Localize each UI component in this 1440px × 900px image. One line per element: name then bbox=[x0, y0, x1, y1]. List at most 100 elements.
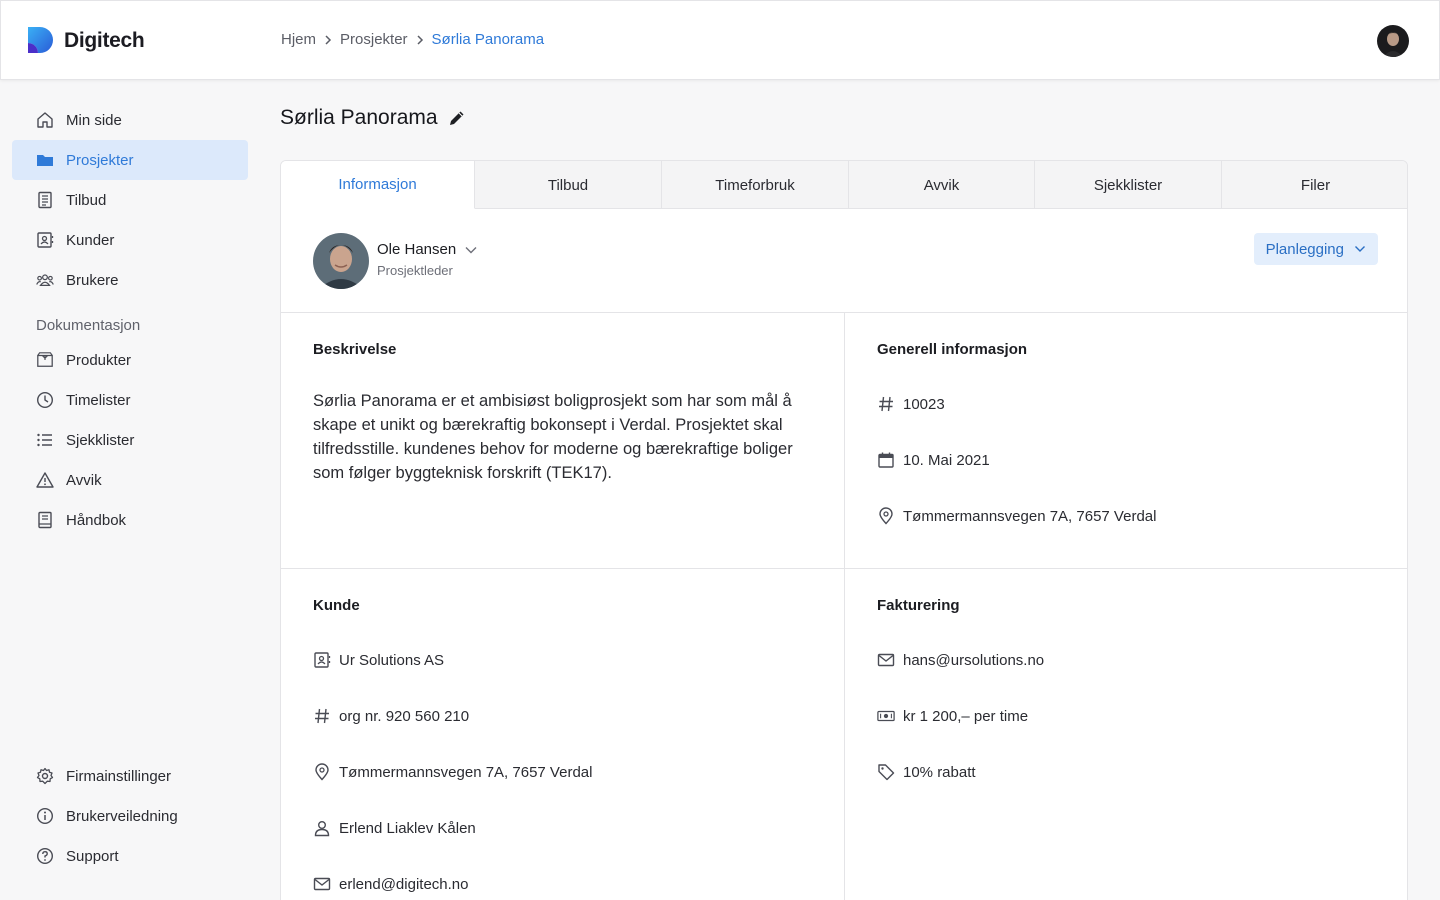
customer-email[interactable]: erlend@digitech.no bbox=[339, 876, 468, 893]
sidebar: Min side Prosjekter Tilbud Kunder Bruker… bbox=[0, 80, 260, 900]
description-title: Beskrivelse bbox=[313, 341, 397, 358]
customer-contact-row: Erlend Liaklev Kålen bbox=[313, 819, 476, 837]
project-date-row: 10. Mai 2021 bbox=[877, 451, 990, 469]
customer-name-row: Ur Solutions AS bbox=[313, 651, 444, 669]
tab-timeforbruk[interactable]: Timeforbruk bbox=[662, 161, 849, 209]
customer-title: Kunde bbox=[313, 597, 360, 614]
sidebar-item-label: Prosjekter bbox=[66, 151, 134, 169]
users-icon bbox=[36, 271, 54, 289]
customer-address-row: Tømmermannsvegen 7A, 7657 Verdal bbox=[313, 763, 592, 781]
clock-icon bbox=[36, 391, 54, 409]
tab-filer[interactable]: Filer bbox=[1222, 161, 1407, 209]
sidebar-item-label: Brukerveiledning bbox=[66, 807, 178, 825]
project-date: 10. Mai 2021 bbox=[903, 451, 990, 469]
sidebar-item-label: Håndbok bbox=[66, 511, 127, 529]
customer-org-row: org nr. 920 560 210 bbox=[313, 707, 469, 725]
page-title: Sørlia Panorama bbox=[280, 106, 438, 129]
project-card: Informasjon Tilbud Timeforbruk Avvik Sje… bbox=[280, 160, 1408, 900]
billing-rate-row: kr 1 200,– per time bbox=[877, 707, 1028, 725]
user-avatar-icon bbox=[1377, 25, 1409, 57]
digitech-logo-icon bbox=[28, 27, 53, 53]
sidebar-item-label: Produkter bbox=[66, 351, 132, 369]
customer-address: Tømmermannsvegen 7A, 7657 Verdal bbox=[339, 763, 593, 781]
folder-icon bbox=[36, 151, 54, 169]
status-label: Planlegging bbox=[1265, 240, 1344, 258]
sidebar-item-min-side[interactable]: Min side bbox=[12, 100, 248, 140]
billing-email[interactable]: hans@ursolutions.no bbox=[903, 652, 1044, 669]
sidebar-item-timelister[interactable]: Timelister bbox=[12, 380, 248, 420]
customer-email-row: erlend@digitech.no bbox=[313, 875, 468, 893]
person-photo-icon bbox=[313, 233, 369, 289]
description-text: Sørlia Panorama er et ambisiøst boligpro… bbox=[313, 392, 793, 482]
help-icon bbox=[36, 847, 54, 865]
project-manager-role: Prosjektleder bbox=[377, 263, 453, 278]
status-dropdown[interactable]: Planlegging bbox=[1253, 233, 1378, 265]
book-icon bbox=[36, 511, 54, 529]
tab-informasjon[interactable]: Informasjon bbox=[281, 161, 475, 209]
row-divider bbox=[281, 568, 1407, 569]
chevron-right-icon bbox=[417, 34, 423, 45]
user-avatar[interactable] bbox=[1377, 25, 1409, 57]
chevron-right-icon bbox=[325, 34, 332, 45]
sidebar-item-avvik[interactable]: Avvik bbox=[12, 460, 248, 500]
customer-contact: Erlend Liaklev Kålen bbox=[339, 819, 476, 837]
project-manager-selector[interactable]: Ole Hansen bbox=[377, 241, 478, 258]
sidebar-item-label: Brukere bbox=[66, 271, 119, 289]
tab-sjekklister[interactable]: Sjekklister bbox=[1035, 161, 1222, 209]
sidebar-item-tilbud[interactable]: Tilbud bbox=[12, 180, 248, 220]
project-number-row: 10023 bbox=[877, 395, 945, 413]
project-manager-name: Ole Hansen bbox=[377, 241, 457, 258]
sidebar-item-sjekklister[interactable]: Sjekklister bbox=[12, 420, 248, 460]
contact-card-icon bbox=[313, 651, 331, 669]
sidebar-item-label: Kunder bbox=[66, 231, 115, 249]
sidebar-item-brukerveiledning[interactable]: Brukerveiledning bbox=[12, 796, 248, 836]
project-manager-avatar bbox=[313, 233, 369, 289]
breadcrumb-current: Sørlia Panorama bbox=[431, 31, 545, 48]
billing-email-row: hans@ursolutions.no bbox=[877, 651, 1044, 669]
sidebar-item-kunder[interactable]: Kunder bbox=[12, 220, 248, 260]
list-icon bbox=[36, 431, 54, 449]
logo-text: Digitech bbox=[64, 29, 145, 52]
location-pin-icon bbox=[313, 763, 331, 781]
sidebar-item-firmainstillinger[interactable]: Firmainstillinger bbox=[12, 756, 248, 796]
receipt-icon bbox=[36, 191, 54, 209]
breadcrumb: Hjem Prosjekter Sørlia Panorama bbox=[281, 31, 544, 48]
billing-discount: 10% rabatt bbox=[903, 763, 976, 781]
hash-icon bbox=[877, 395, 895, 413]
page-title-row: Sørlia Panorama bbox=[280, 106, 466, 130]
user-icon bbox=[313, 819, 331, 837]
box-icon bbox=[36, 351, 54, 369]
chevron-down-icon bbox=[1355, 246, 1365, 252]
project-address: Tømmermannsvegen 7A, 7657 Verdal bbox=[903, 507, 1157, 525]
sidebar-item-handbok[interactable]: Håndbok bbox=[12, 500, 248, 540]
sidebar-item-produkter[interactable]: Produkter bbox=[12, 340, 248, 380]
tag-icon bbox=[877, 763, 895, 781]
sidebar-item-label: Support bbox=[66, 847, 119, 865]
project-number: 10023 bbox=[903, 395, 945, 413]
logo[interactable]: Digitech bbox=[26, 25, 145, 57]
sidebar-item-brukere[interactable]: Brukere bbox=[12, 260, 248, 300]
top-bar: Digitech Hjem Prosjekter Sørlia Panorama bbox=[0, 0, 1440, 80]
sidebar-item-support[interactable]: Support bbox=[12, 836, 248, 876]
tab-tilbud[interactable]: Tilbud bbox=[475, 161, 662, 209]
location-pin-icon bbox=[877, 507, 895, 525]
sidebar-item-label: Sjekklister bbox=[66, 431, 135, 449]
sidebar-item-prosjekter[interactable]: Prosjekter bbox=[12, 140, 248, 180]
tab-avvik[interactable]: Avvik bbox=[849, 161, 1035, 209]
breadcrumb-home[interactable]: Hjem bbox=[281, 31, 316, 48]
general-info-title: Generell informasjon bbox=[877, 341, 1028, 358]
sidebar-section-label: Dokumentasjon bbox=[36, 317, 141, 334]
info-icon bbox=[36, 807, 54, 825]
tab-bar: Informasjon Tilbud Timeforbruk Avvik Sje… bbox=[281, 161, 1407, 209]
customer-name: Ur Solutions AS bbox=[339, 651, 445, 669]
contact-card-icon bbox=[36, 231, 54, 249]
gear-icon bbox=[36, 767, 54, 785]
billing-title: Fakturering bbox=[877, 597, 960, 614]
sidebar-item-label: Avvik bbox=[66, 471, 102, 489]
cash-icon bbox=[877, 707, 895, 725]
hash-icon bbox=[313, 707, 331, 725]
billing-rate: kr 1 200,– per time bbox=[903, 707, 1029, 725]
pencil-icon[interactable] bbox=[448, 109, 466, 127]
breadcrumb-projects[interactable]: Prosjekter bbox=[340, 31, 408, 48]
billing-discount-row: 10% rabatt bbox=[877, 763, 976, 781]
